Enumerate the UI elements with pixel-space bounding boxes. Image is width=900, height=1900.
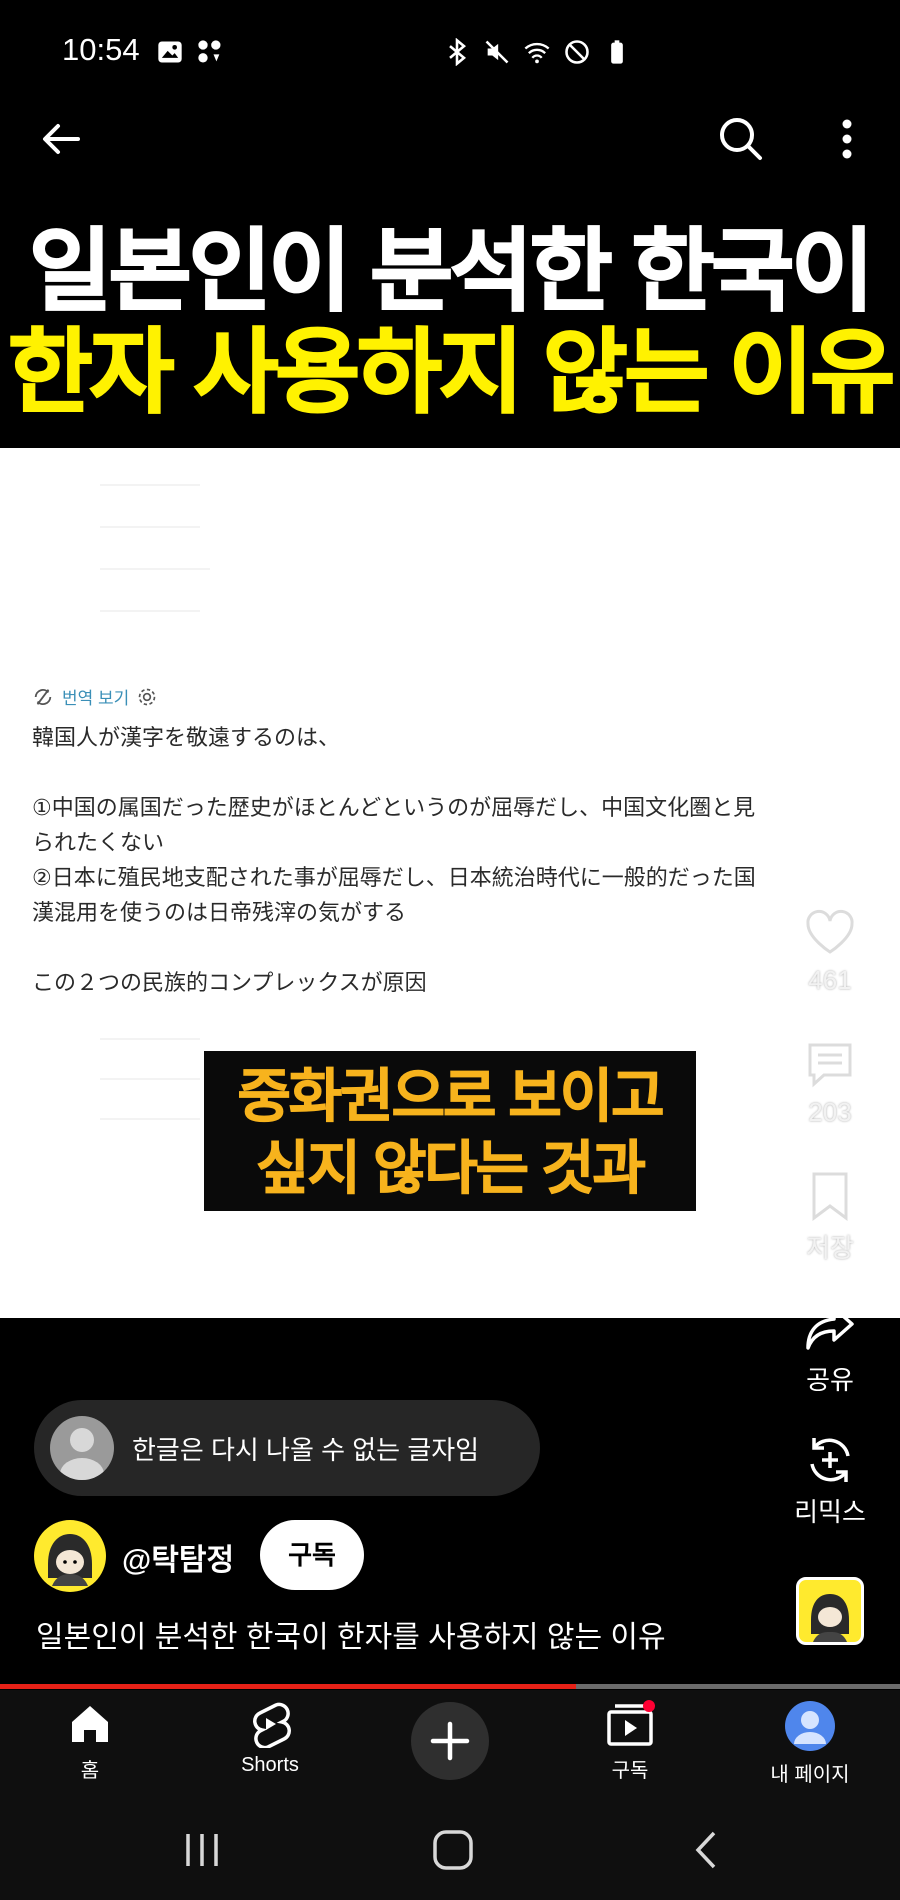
sound-remix-thumbnail[interactable] xyxy=(796,1577,864,1645)
faded-line xyxy=(100,1038,200,1040)
comment-count: 203 xyxy=(808,1097,852,1127)
faded-line xyxy=(100,484,200,486)
channel-avatar[interactable] xyxy=(34,1520,106,1592)
nav-shorts[interactable]: Shorts xyxy=(195,1700,345,1777)
back-button[interactable] xyxy=(36,114,86,164)
post-text-line: 漢混用を使うのは日帝残滓の気がする xyxy=(32,901,407,926)
home-icon[interactable] xyxy=(423,1830,483,1870)
bottom-navigation: 홈 Shorts 구독 내 페이지 xyxy=(0,1690,900,1800)
caption-line2: 싶지 않다는 것과 xyxy=(256,1136,647,1202)
video-title-line2: 한자 사용하지 않는 이유 xyxy=(7,321,896,425)
caption-line1: 중화권으로 보이고 xyxy=(237,1064,665,1130)
nav-subscriptions[interactable]: 구독 xyxy=(555,1700,705,1783)
recents-icon[interactable] xyxy=(172,1830,232,1870)
channel-handle[interactable]: @탁탐정 xyxy=(122,1535,234,1579)
status-time: 10:54 xyxy=(62,32,140,67)
nav-my-page-label: 내 페이지 xyxy=(770,1764,850,1786)
system-navigation-bar xyxy=(0,1800,900,1900)
post-text-line: ②日本に殖民地支配された事が屈辱だし、日本統治時代に一般的だった国 xyxy=(32,866,756,891)
subscriptions-icon xyxy=(607,1700,655,1746)
nav-shorts-label: Shorts xyxy=(241,1754,299,1776)
translate-label: 번역 보기 xyxy=(62,689,130,708)
plus-icon xyxy=(430,1721,470,1761)
bookmark-icon xyxy=(812,1172,848,1221)
nav-home-label: 홈 xyxy=(80,1760,100,1782)
comment-icon xyxy=(808,1043,852,1088)
faded-line xyxy=(100,610,200,612)
gallery-icon xyxy=(158,41,182,63)
save-label: 저장 xyxy=(806,1233,854,1263)
subscribe-button[interactable]: 구독 xyxy=(260,1520,364,1590)
post-text-line: られたくない xyxy=(32,831,165,856)
heart-icon xyxy=(806,909,854,954)
comment-preview[interactable]: 한글은 다시 나올 수 없는 글자임 xyxy=(34,1400,540,1496)
subtitle-caption: 중화권으로 보이고 싶지 않다는 것과 xyxy=(204,1051,696,1211)
do-not-disturb-icon xyxy=(565,40,589,64)
home-icon xyxy=(72,1706,108,1742)
remix-button[interactable]: 리믹스 xyxy=(790,1432,870,1529)
post-text-line: この２つの民族的コンプレックスが原因 xyxy=(32,971,427,996)
video-description[interactable]: 일본인이 분석한 한국이 한자를 사용하지 않는 이유 xyxy=(36,1612,666,1656)
bluetooth-icon xyxy=(449,38,467,66)
faded-line xyxy=(100,526,200,528)
video-player[interactable]: 일본인이 분석한 한국이 한자 사용하지 않는 이유 번역 보기 韓国人が漢字を… xyxy=(0,180,900,1320)
back-icon[interactable] xyxy=(676,1830,736,1870)
shorts-icon xyxy=(253,1702,291,1748)
profile-avatar-icon xyxy=(785,1701,835,1751)
translate-icon xyxy=(34,688,52,705)
nav-subscriptions-label: 구독 xyxy=(611,1760,649,1782)
nav-my-page[interactable]: 내 페이지 xyxy=(735,1700,885,1787)
more-vert-icon[interactable] xyxy=(822,114,872,164)
post-text-line: 韓国人が漢字を敬遠するのは、 xyxy=(32,726,341,751)
video-progress-fill xyxy=(0,1684,576,1689)
save-button[interactable]: 저장 xyxy=(790,1168,870,1265)
post-text-line: ①中国の属国だった歴史がほとんどというのが屈辱だし、中国文化圏と見 xyxy=(32,796,756,821)
comment-preview-text: 한글은 다시 나올 수 없는 글자임 xyxy=(132,1435,480,1465)
share-button[interactable]: 공유 xyxy=(790,1300,870,1397)
wifi-icon xyxy=(524,42,550,64)
create-button[interactable] xyxy=(411,1702,489,1780)
faded-line xyxy=(100,1118,200,1120)
remix-icon xyxy=(810,1438,850,1482)
like-count: 461 xyxy=(808,965,852,995)
share-icon xyxy=(806,1306,854,1350)
battery-icon xyxy=(611,40,623,64)
commenter-avatar xyxy=(50,1416,114,1480)
share-label: 공유 xyxy=(806,1365,854,1395)
faded-line xyxy=(100,568,210,570)
comment-button[interactable]: 203 xyxy=(790,1037,870,1128)
title-banner: 일본인이 분석한 한국이 한자 사용하지 않는 이유 xyxy=(0,180,900,448)
faded-line xyxy=(100,1078,200,1080)
status-bar: 10:54 xyxy=(0,0,900,100)
gear-icon xyxy=(138,688,156,705)
notification-dots-icon xyxy=(198,40,221,63)
search-icon[interactable] xyxy=(716,114,766,164)
video-progress-bar[interactable] xyxy=(0,1684,900,1689)
remix-label: 리믹스 xyxy=(794,1497,866,1527)
like-button[interactable]: 461 xyxy=(790,905,870,996)
mute-icon xyxy=(485,40,509,64)
nav-home[interactable]: 홈 xyxy=(15,1700,165,1783)
translate-row[interactable]: 번역 보기 xyxy=(32,684,157,709)
